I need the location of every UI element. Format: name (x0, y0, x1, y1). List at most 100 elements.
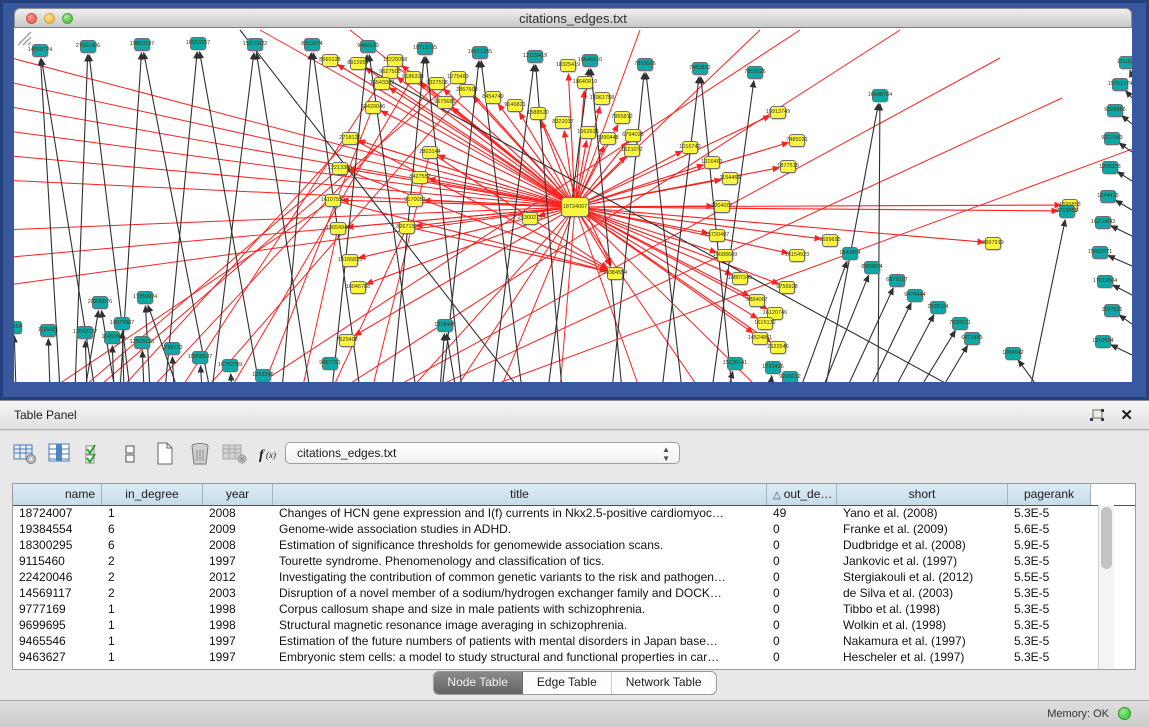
network-node[interactable] (779, 281, 795, 294)
network-hub-node[interactable] (561, 197, 589, 217)
table-row[interactable]: 1456911722003Disruption of a novel membe… (13, 585, 1091, 601)
network-node[interactable] (247, 38, 263, 51)
network-node[interactable] (472, 46, 488, 59)
network-node[interactable] (437, 319, 453, 332)
network-node[interactable] (1104, 304, 1120, 317)
network-node[interactable] (322, 357, 338, 370)
network-node[interactable] (985, 237, 1001, 250)
network-node[interactable] (192, 351, 208, 364)
network-node[interactable] (582, 54, 598, 67)
function-builder-icon[interactable]: f (x) (257, 441, 283, 467)
network-node[interactable] (1112, 78, 1128, 91)
network-node[interactable] (134, 38, 150, 51)
network-node[interactable] (365, 101, 381, 114)
network-node[interactable] (399, 221, 415, 234)
network-node[interactable] (1005, 347, 1021, 360)
network-node[interactable] (782, 371, 798, 383)
network-node[interactable] (77, 326, 93, 339)
network-node[interactable] (1059, 205, 1075, 218)
network-node[interactable] (722, 172, 738, 185)
network-node[interactable] (747, 66, 763, 79)
create-new-table-icon[interactable] (152, 441, 178, 467)
network-node[interactable] (727, 357, 743, 370)
network-node[interactable] (709, 229, 725, 242)
network-view-canvas[interactable]: 1405572427691406198531971055325715276022… (14, 28, 1132, 382)
network-node[interactable] (555, 116, 571, 129)
network-node[interactable] (374, 77, 390, 90)
network-node[interactable] (459, 84, 475, 97)
tab-network-table[interactable]: Network Table (612, 672, 716, 694)
network-node[interactable] (342, 132, 358, 145)
network-node[interactable] (530, 107, 546, 120)
network-node[interactable] (350, 281, 366, 294)
network-node[interactable] (770, 106, 786, 119)
network-node[interactable] (412, 171, 428, 184)
table-row[interactable]: 2242004622012Investigating the contribut… (13, 569, 1091, 585)
network-node[interactable] (190, 37, 206, 50)
network-node[interactable] (350, 57, 366, 70)
network-node[interactable] (1102, 161, 1118, 174)
column-header-name[interactable]: name (13, 484, 102, 505)
network-node[interactable] (600, 132, 616, 145)
network-node[interactable] (864, 261, 880, 274)
memory-ok-indicator[interactable] (1118, 707, 1131, 720)
network-node[interactable] (770, 341, 786, 354)
network-node[interactable] (1095, 216, 1111, 229)
table-selector-dropdown[interactable]: citations_edges.txt ▲▼ (285, 442, 680, 464)
network-node[interactable] (1104, 132, 1120, 145)
select-all-check-icon[interactable] (82, 441, 108, 467)
network-node[interactable] (714, 200, 730, 213)
network-node[interactable] (450, 71, 466, 84)
network-node[interactable] (889, 274, 905, 287)
network-node[interactable] (560, 59, 576, 72)
network-node[interactable] (507, 99, 523, 112)
network-node[interactable] (339, 334, 355, 347)
network-node[interactable] (842, 247, 858, 260)
network-node[interactable] (342, 254, 358, 267)
network-node[interactable] (580, 126, 596, 139)
network-node[interactable] (405, 71, 421, 84)
network-node[interactable] (330, 222, 346, 235)
network-node[interactable] (417, 42, 433, 55)
network-node[interactable] (704, 156, 720, 169)
column-header-pagerank[interactable]: pagerank (1008, 484, 1091, 505)
network-node[interactable] (1095, 335, 1111, 348)
network-node[interactable] (1100, 190, 1116, 203)
tab-edge-table[interactable]: Edge Table (523, 672, 612, 694)
network-node[interactable] (789, 134, 805, 147)
network-node[interactable] (607, 267, 623, 280)
network-node[interactable] (789, 249, 805, 262)
network-node[interactable] (80, 40, 96, 53)
attribute-table-settings-icon[interactable] (12, 441, 38, 467)
resize-grip-icon[interactable] (14, 28, 32, 46)
network-node[interactable] (752, 332, 768, 345)
network-node[interactable] (14, 321, 22, 334)
network-node[interactable] (1092, 246, 1108, 259)
network-node[interactable] (485, 91, 501, 104)
network-node[interactable] (1097, 275, 1113, 288)
network-node[interactable] (872, 89, 888, 102)
network-node[interactable] (930, 301, 946, 314)
table-row[interactable]: 977716911998Corpus callosum shape and si… (13, 601, 1091, 617)
network-node[interactable] (594, 92, 610, 105)
network-node[interactable] (765, 361, 781, 374)
scrollbar-thumb[interactable] (1101, 507, 1112, 569)
network-node[interactable] (637, 58, 653, 71)
network-node[interactable] (429, 77, 445, 90)
table-row[interactable]: 946362711997Embryonic stem cells: a mode… (13, 649, 1091, 665)
vertical-scrollbar[interactable] (1098, 505, 1114, 669)
network-node[interactable] (322, 54, 338, 67)
network-node[interactable] (717, 249, 733, 262)
network-node[interactable] (134, 336, 150, 349)
network-node[interactable] (92, 296, 108, 309)
network-node[interactable] (952, 317, 968, 330)
network-node[interactable] (527, 50, 543, 63)
network-node[interactable] (732, 272, 748, 285)
network-node[interactable] (387, 54, 403, 67)
network-node[interactable] (304, 38, 320, 51)
column-header-short[interactable]: short (837, 484, 1008, 505)
network-node[interactable] (964, 332, 980, 345)
network-node[interactable] (360, 40, 376, 53)
network-node[interactable] (222, 359, 238, 372)
network-node[interactable] (255, 369, 271, 382)
